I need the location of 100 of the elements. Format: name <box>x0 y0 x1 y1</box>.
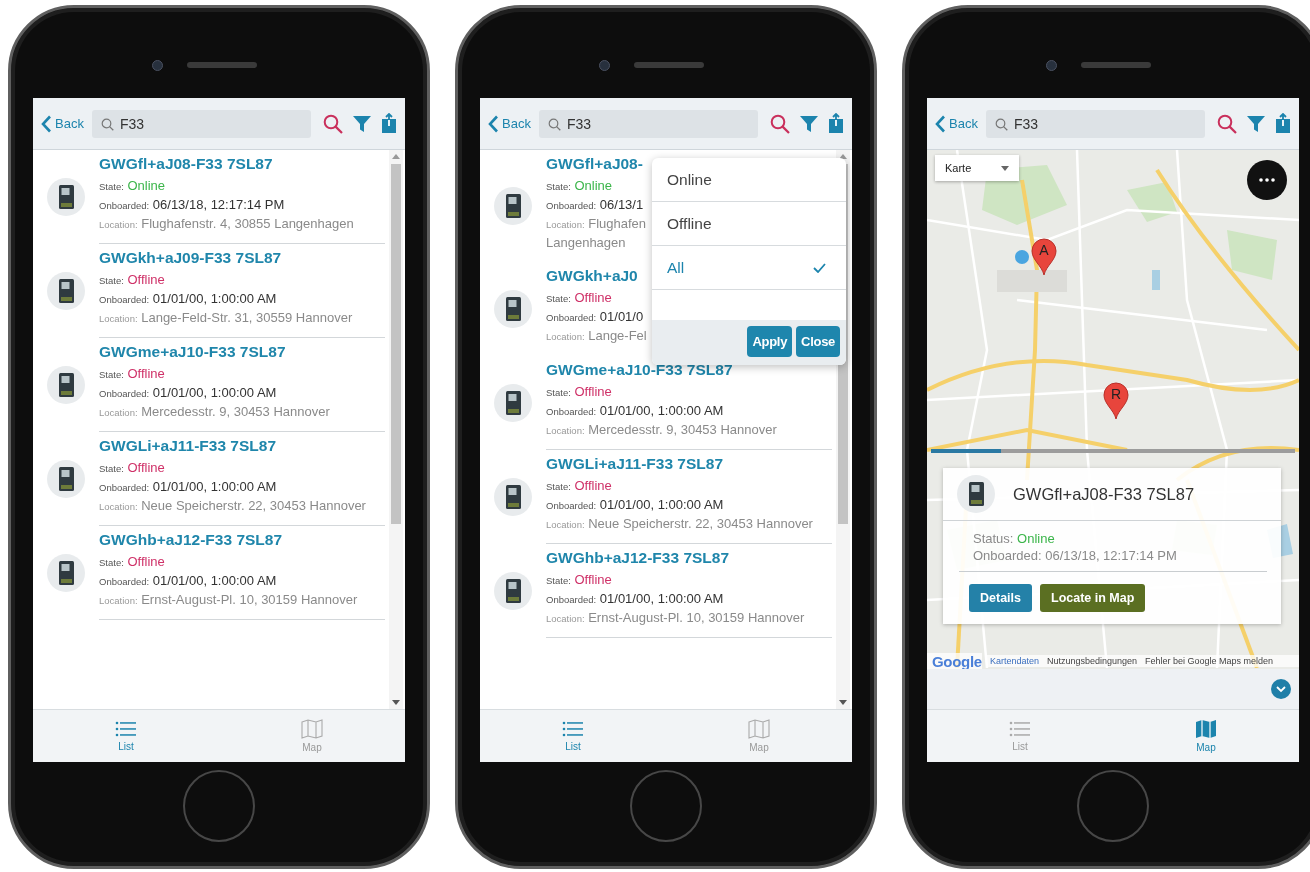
onboarded-value: 01/01/0 <box>599 309 644 324</box>
onboarded-value: 06/13/18, 12:17:14 PM <box>152 197 285 212</box>
state-label: State: <box>99 557 124 568</box>
filter-option[interactable]: Offline <box>652 202 846 246</box>
device-icon <box>47 460 85 498</box>
filter-icon[interactable] <box>352 113 372 134</box>
state-value: Offline <box>127 554 165 569</box>
state-label: State: <box>546 181 571 192</box>
onboarded-label: Onboarded: <box>99 482 150 493</box>
apply-button[interactable]: Apply <box>747 326 793 357</box>
search-field[interactable]: F33 <box>538 109 758 138</box>
map-pin[interactable]: A <box>1031 238 1057 276</box>
list-icon <box>115 720 137 738</box>
device-icon <box>494 290 532 328</box>
state-value: Offline <box>127 460 165 475</box>
device-name[interactable]: GWGhb+aJ12-F33 7SL87 <box>99 530 385 550</box>
location-text: Location: Ernst-August-Pl. 10, 30159 Hannover <box>99 591 359 609</box>
state-value: Offline <box>127 366 165 381</box>
location-text: Location: Ernst-August-Pl. 10, 30159 Hannover <box>546 609 806 627</box>
location-text: Location: Mercedesstr. 9, 30453 Hannover <box>99 403 331 421</box>
share-icon[interactable] <box>381 113 397 134</box>
map-pin[interactable]: R <box>1103 382 1129 420</box>
filter-icon[interactable] <box>799 113 819 134</box>
attribution-link[interactable]: Nutzungsbedingungen <box>1046 656 1137 666</box>
back-icon <box>41 114 52 133</box>
close-button[interactable]: Close <box>796 326 840 357</box>
location-text: Location: Mercedesstr. 9, 30453 Hannover <box>546 421 778 439</box>
collapse-button[interactable] <box>1271 679 1291 699</box>
onboarded-label: Onboarded: <box>99 576 150 587</box>
list-icon <box>1009 720 1031 738</box>
onboarded-value: 01/01/00, 1:00:00 AM <box>152 479 277 494</box>
search-icon[interactable] <box>770 113 790 134</box>
filter-icon[interactable] <box>1246 113 1266 134</box>
search-icon[interactable] <box>1217 113 1237 134</box>
onboarded-label: Onboarded: <box>99 294 150 305</box>
device-name[interactable]: GWGfl+aJ08-F33 7SL87 <box>99 154 385 174</box>
share-icon[interactable] <box>828 113 844 134</box>
attribution-link[interactable]: Kartendaten <box>989 656 1039 666</box>
location-text: Location: Flughafenstr. 4, 30855 Langenhagen <box>99 215 355 233</box>
device-icon <box>47 554 85 592</box>
state-value: Online <box>574 178 613 193</box>
onboarded-value: 01/01/00, 1:00:00 AM <box>599 403 724 418</box>
map-icon <box>301 719 323 739</box>
onboarded-label: Onboarded: <box>546 594 597 605</box>
horizontal-scrollbar[interactable] <box>931 449 1295 453</box>
search-field[interactable]: F33 <box>91 109 311 138</box>
speaker-grille <box>186 62 257 68</box>
dots-icon <box>1259 178 1275 182</box>
nav-tab[interactable]: List <box>33 710 219 762</box>
nav-tab[interactable]: Map <box>219 710 405 762</box>
search-icon[interactable] <box>323 113 343 134</box>
status-label: Status: <box>973 531 1014 546</box>
details-button[interactable]: Details <box>969 584 1032 612</box>
camera-lens <box>1045 59 1057 71</box>
device-name[interactable]: GWGLi+aJ11-F33 7SL87 <box>99 436 385 456</box>
share-icon[interactable] <box>1275 113 1291 134</box>
state-label: State: <box>99 275 124 286</box>
back-button[interactable]: Back <box>41 114 84 133</box>
state-label: State: <box>546 575 571 586</box>
filter-option[interactable]: Online <box>652 158 846 202</box>
state-label: State: <box>546 293 571 304</box>
search-field[interactable]: F33 <box>985 109 1205 138</box>
nav-tab[interactable]: Map <box>1113 710 1299 762</box>
state-label: State: <box>546 387 571 398</box>
back-button[interactable]: Back <box>935 114 978 133</box>
onboarded-value: 01/01/00, 1:00:00 AM <box>152 385 277 400</box>
device-name[interactable]: GWGkh+aJ0 <box>546 266 650 286</box>
location-text: Location: Neue Speicherstr. 22, 30453 Hannover <box>546 515 814 533</box>
nav-tab[interactable]: List <box>927 710 1113 762</box>
device-name[interactable]: GWGhb+aJ12-F33 7SL87 <box>546 548 832 568</box>
device-name[interactable]: GWGLi+aJ11-F33 7SL87 <box>546 454 832 474</box>
nav-tab[interactable]: List <box>480 710 666 762</box>
state-value: Offline <box>574 572 612 587</box>
device-name[interactable]: GWGfl+aJ08- <box>546 154 650 174</box>
state-label: State: <box>99 181 124 192</box>
device-name[interactable]: GWGkh+aJ09-F33 7SL87 <box>99 248 385 268</box>
back-button[interactable]: Back <box>488 114 531 133</box>
onboarded-value: 01/01/00, 1:00:00 AM <box>599 497 724 512</box>
device-icon <box>494 384 532 422</box>
state-label: State: <box>99 463 124 474</box>
device-name[interactable]: GWGme+aJ10-F33 7SL87 <box>99 342 385 362</box>
locate-button[interactable]: Locate in Map <box>1040 584 1146 612</box>
location-text: Location: Lange-Feld-Str. 31, 30559 Hannover <box>99 309 354 327</box>
scrollbar[interactable] <box>389 150 403 709</box>
state-label: State: <box>546 481 571 492</box>
onboarded-label: Onboarded: <box>99 200 150 211</box>
device-icon <box>47 366 85 404</box>
map-type-dropdown[interactable]: Karte <box>935 155 1019 181</box>
onboarded-label: Onboarded: <box>546 500 597 511</box>
state-value: Online <box>127 178 166 193</box>
onboarded-value: 01/01/00, 1:00:00 AM <box>152 291 277 306</box>
attribution-link[interactable]: Fehler bei Google Maps melden <box>1145 656 1274 666</box>
location-text: Location: Neue Speicherstr. 22, 30453 Hannover <box>99 497 367 515</box>
caret-icon <box>1001 165 1009 171</box>
device-icon <box>47 178 85 216</box>
nav-tab[interactable]: Map <box>666 710 852 762</box>
speaker-grille <box>633 62 704 68</box>
state-label: State: <box>99 369 124 380</box>
device-icon <box>494 187 532 225</box>
onboarded-label: Onboarded: <box>99 388 150 399</box>
